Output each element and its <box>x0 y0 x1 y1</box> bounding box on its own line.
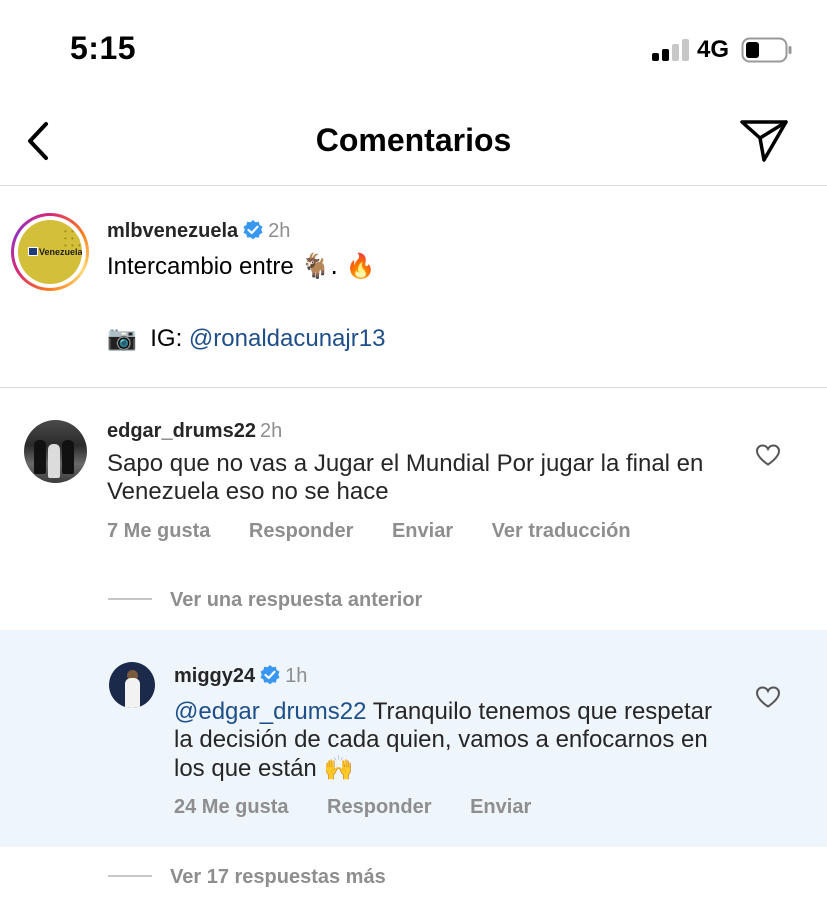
mention-link[interactable]: @ronaldacunajr13 <box>189 325 386 352</box>
mlb-venezuela-logo: • • • • • • • • • Venezuela <box>18 220 82 284</box>
raised-hands-emoji: 🙌 <box>323 754 354 782</box>
logo-text: Venezuela <box>39 247 82 257</box>
comment-time: 2h <box>259 420 283 442</box>
verified-badge-icon <box>260 665 280 685</box>
caption-text-line2: 📷 IG: @ronaldacunajr13 <box>107 324 386 352</box>
verified-badge-icon <box>243 220 263 240</box>
avatar[interactable] <box>109 662 155 708</box>
send-icon[interactable] <box>738 116 790 164</box>
reply-text: @edgar_drums22 Tranquilo tenemos que res… <box>174 698 713 782</box>
comment-text: Sapo que no vas a Jugar el Mundial Por j… <box>107 450 704 505</box>
mlb-badge-icon <box>28 247 38 256</box>
view-previous-replies[interactable]: Ver una respuesta anterior <box>108 589 422 612</box>
caption-user-line: mlbvenezuela 2h <box>107 219 290 243</box>
avatar[interactable] <box>24 420 87 483</box>
comment-actions: 7 Me gusta Responder Enviar Ver traducci… <box>107 520 664 543</box>
caption-username[interactable]: mlbvenezuela <box>107 220 238 242</box>
network-label: 4G <box>697 36 730 63</box>
caption-text-line1: Intercambio entre 🐐. 🔥 <box>107 252 376 280</box>
camera-emoji: 📷 <box>107 324 137 352</box>
battery-icon <box>741 37 792 63</box>
avatar-story-ring[interactable]: • • • • • • • • • Venezuela <box>11 213 89 291</box>
post-caption: • • • • • • • • • Venezuela mlbvenezuela 2h… <box>0 186 827 388</box>
comment-item: edgar_drums22 2h Sapo que no vas a Jugar … <box>0 388 827 630</box>
signal-icon <box>652 39 689 61</box>
heart-icon[interactable] <box>755 685 781 709</box>
goat-fire-emoji: 🐐. 🔥 <box>300 252 376 280</box>
comment-user-line: edgar_drums22 2h <box>107 420 282 443</box>
send-button[interactable]: Enviar <box>470 796 531 818</box>
page-title: Comentarios <box>315 122 512 158</box>
status-bar: 5:15 4G <box>0 0 827 100</box>
status-time: 5:15 <box>70 30 137 66</box>
send-button[interactable]: Enviar <box>392 520 453 542</box>
reply-button[interactable]: Responder <box>249 520 353 542</box>
reply-time: 1h <box>285 665 308 687</box>
comment-username[interactable]: edgar_drums22 <box>107 420 256 442</box>
reply-username[interactable]: miggy24 <box>174 665 255 687</box>
likes-count[interactable]: 7 Me gusta <box>107 520 210 542</box>
reply-actions: 24 Me gusta Responder Enviar <box>174 796 564 819</box>
heart-icon[interactable] <box>755 443 781 467</box>
caption-time: 2h <box>268 220 291 242</box>
view-more-replies[interactable]: Ver 17 respuestas más <box>108 866 386 889</box>
reply-button[interactable]: Responder <box>327 796 431 818</box>
comments-header: Comentarios <box>0 100 827 186</box>
likes-count[interactable]: 24 Me gusta <box>174 796 288 818</box>
mention-link[interactable]: @edgar_drums22 <box>174 698 366 725</box>
translate-button[interactable]: Ver traducción <box>492 520 631 542</box>
reply-user-line: miggy24 1h <box>174 664 307 688</box>
reply-item: miggy24 1h @edgar_drums22 Tranquilo tenem… <box>0 630 827 847</box>
